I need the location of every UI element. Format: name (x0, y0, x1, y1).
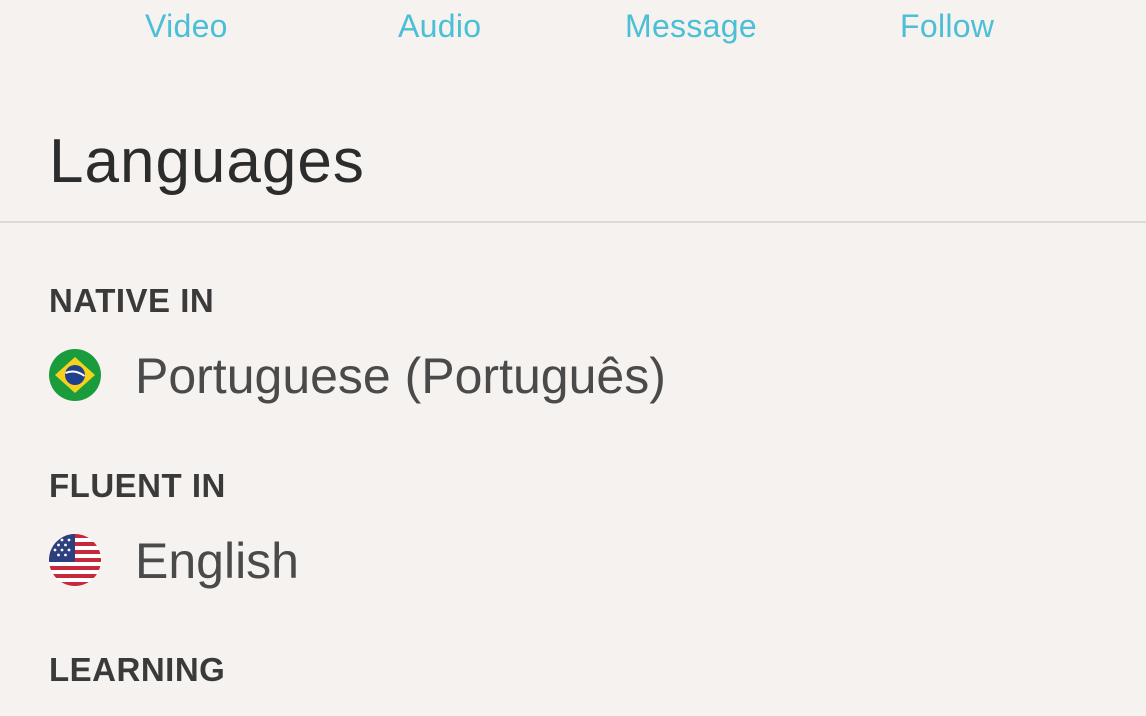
profile-action-bar: Video Audio Message Follow (0, 0, 1146, 56)
native-in-label: NATIVE IN (49, 282, 215, 319)
usa-flag-icon (49, 534, 101, 586)
learning-label: LEARNING (49, 651, 226, 688)
language-item-fluent: English (49, 531, 949, 591)
language-item-native: Portuguese (Português) (49, 346, 949, 406)
follow-button[interactable]: Follow (900, 8, 994, 44)
fluent-in-label: FLUENT IN (49, 467, 226, 504)
language-name: English (135, 533, 299, 589)
video-button[interactable]: Video (145, 8, 228, 44)
language-name: Portuguese (Português) (135, 348, 666, 404)
section-divider (0, 221, 1146, 223)
message-button[interactable]: Message (625, 8, 757, 44)
languages-section-title: Languages (49, 127, 365, 196)
audio-button[interactable]: Audio (398, 8, 481, 44)
brazil-flag-icon (49, 349, 101, 401)
